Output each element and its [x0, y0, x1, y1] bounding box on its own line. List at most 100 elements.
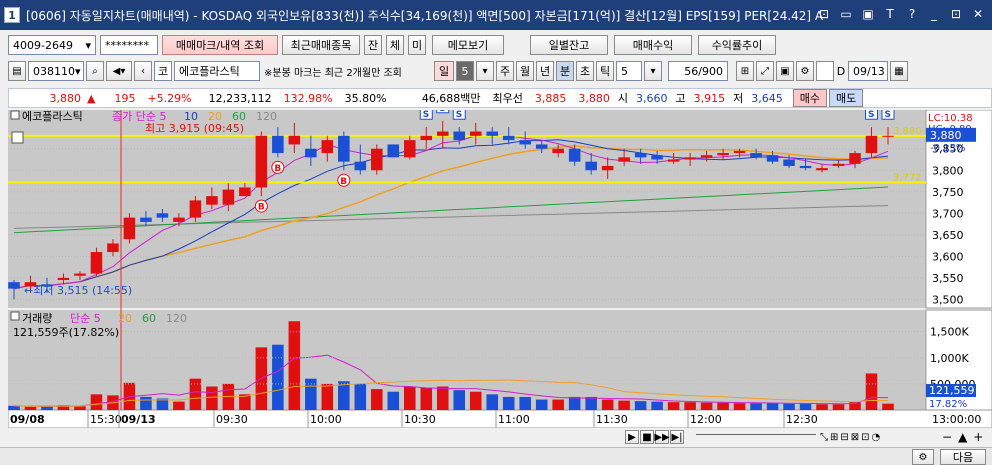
- interval-input[interactable]: 5: [616, 61, 642, 81]
- candle-body: [156, 213, 169, 218]
- stock-code-input[interactable]: 038110 ▾: [28, 61, 84, 81]
- open-label: 시: [617, 92, 629, 105]
- trade-mark-query-button[interactable]: 매매마크/내역 조회: [162, 35, 278, 55]
- period-day-value[interactable]: 5: [456, 61, 474, 81]
- trade-profit-button[interactable]: 매매수익: [614, 35, 692, 55]
- memo-button[interactable]: 메모보기: [432, 35, 504, 55]
- volume-bar: [24, 406, 37, 410]
- count-input[interactable]: 56/900: [668, 61, 728, 81]
- price-legend-period: 10: [184, 110, 198, 123]
- arrow-left-icon[interactable]: ‹: [134, 61, 152, 81]
- volume-bar: [206, 386, 218, 410]
- candle-body: [288, 135, 301, 145]
- volume-bar: [140, 396, 152, 410]
- minute-mark-note: ※분봉 마크는 최근 2개월만 조회: [264, 67, 402, 79]
- candle-body: [519, 140, 531, 145]
- date-input[interactable]: 09/13: [848, 61, 888, 81]
- candle-body: [502, 135, 515, 141]
- help-icon[interactable]: ?: [904, 6, 920, 22]
- price-change: 195: [114, 91, 136, 105]
- text-icon[interactable]: T: [882, 6, 898, 22]
- profit-trend-button[interactable]: 수익률추이: [698, 35, 776, 55]
- period-tick[interactable]: 틱: [596, 61, 614, 81]
- zoom-slider[interactable]: [696, 434, 816, 438]
- zoom-out-icon[interactable]: −: [942, 430, 952, 444]
- period-year[interactable]: 년: [536, 61, 554, 81]
- max-price-annotation: 최고 3,915 (09:45): [145, 122, 244, 135]
- tab-execution[interactable]: 체: [386, 35, 404, 55]
- fast-forward-icon[interactable]: ▶▶: [654, 430, 670, 444]
- gear-icon[interactable]: ⚙: [796, 61, 814, 81]
- minimize-icon[interactable]: _: [926, 6, 942, 22]
- period-week[interactable]: 주: [496, 61, 514, 81]
- price-tick-label: 3,750: [932, 186, 964, 199]
- candle-body: [535, 144, 548, 149]
- volume-bar: [288, 321, 301, 410]
- zoom-in-icon[interactable]: +: [973, 430, 983, 444]
- volume-legend-value: 121,559주(17.82%): [13, 326, 119, 339]
- volume-legend-period: 60: [142, 312, 156, 325]
- chevron-down-icon[interactable]: ▾: [476, 61, 494, 81]
- maximize-icon[interactable]: ⊡: [948, 6, 964, 22]
- gear-icon[interactable]: ⚙: [912, 449, 934, 465]
- volume-bar: [354, 383, 367, 410]
- stock-code: 038110: [33, 64, 75, 78]
- candle-body: [766, 155, 779, 162]
- arrow-icon[interactable]: ▲: [958, 430, 967, 444]
- candle-body: [684, 157, 696, 160]
- tab-balance[interactable]: 잔: [364, 35, 382, 55]
- speaker-icon[interactable]: ◀▾: [106, 61, 132, 81]
- chevron-down-icon[interactable]: ▾: [644, 61, 662, 81]
- search-icon[interactable]: ⌕: [86, 61, 104, 81]
- price-tick-label: 3,600: [932, 250, 964, 263]
- period-second[interactable]: 초: [576, 61, 594, 81]
- daily-balance-button[interactable]: 일별잔고: [530, 35, 608, 55]
- chevron-down-icon: ▾: [75, 64, 81, 78]
- password-field[interactable]: ********: [100, 35, 158, 55]
- volume-legend-name: 거래량: [22, 312, 52, 325]
- tile-icon[interactable]: ▣: [860, 6, 876, 22]
- candle-body: [272, 135, 284, 154]
- candle-body: [849, 153, 861, 164]
- tab-unfilled[interactable]: 미: [408, 35, 426, 55]
- candle-body: [354, 161, 367, 171]
- playback-controls: ▶ ■ ▶▶ ▶|: [625, 430, 684, 444]
- volume-bar: [387, 391, 400, 410]
- current-price: 3,880: [49, 91, 82, 105]
- candle-body: [568, 148, 581, 162]
- time-tick-label: 09/08: [10, 413, 45, 426]
- candle-body: [585, 161, 597, 171]
- sell-mark-label: S: [885, 110, 891, 120]
- period-month[interactable]: 월: [516, 61, 534, 81]
- save-icon[interactable]: ▣: [776, 61, 794, 81]
- d-label: D: [836, 64, 846, 78]
- period-day[interactable]: 일: [434, 61, 454, 81]
- buy-button[interactable]: 매수: [792, 89, 828, 107]
- candle-body: [107, 243, 119, 253]
- tool-icon[interactable]: ⤢: [756, 61, 774, 81]
- stop-icon[interactable]: ■: [640, 430, 654, 444]
- window-controls: ⊡ ▭ ▣ T ? _ ⊡ ✕: [816, 6, 986, 22]
- sell-button[interactable]: 매도: [829, 89, 864, 107]
- layout-icon[interactable]: ▤: [8, 61, 26, 81]
- play-icon[interactable]: ▶: [625, 430, 639, 444]
- close-icon[interactable]: ✕: [970, 6, 986, 22]
- price-tick-label: 3,650: [932, 229, 964, 242]
- end-icon[interactable]: ▶|: [670, 430, 684, 444]
- candle-body: [222, 189, 235, 205]
- sell-mark-label: S: [456, 110, 462, 120]
- candle-body: [173, 217, 185, 222]
- zoom-tools-icon[interactable]: ⤡⊞⊟⊠⊡◔: [820, 432, 882, 443]
- next-button[interactable]: 다음: [940, 449, 986, 465]
- calendar-icon[interactable]: ▦: [890, 61, 908, 81]
- candlestick-chart[interactable]: 3,8503,8003,7503,7003,6503,6003,5503,500…: [8, 110, 992, 428]
- date-checkbox[interactable]: [816, 61, 834, 81]
- candle-body: [8, 282, 20, 289]
- period-minute[interactable]: 분: [556, 61, 574, 81]
- recent-items-button[interactable]: 최근매매종목: [282, 35, 360, 55]
- candle-body: [865, 135, 878, 154]
- window-icon[interactable]: ▭: [838, 6, 854, 22]
- account-select[interactable]: 4009-2649 ▾: [8, 35, 96, 55]
- restore-icon[interactable]: ⊡: [816, 6, 832, 22]
- indicator-icon[interactable]: ⊞: [736, 61, 754, 81]
